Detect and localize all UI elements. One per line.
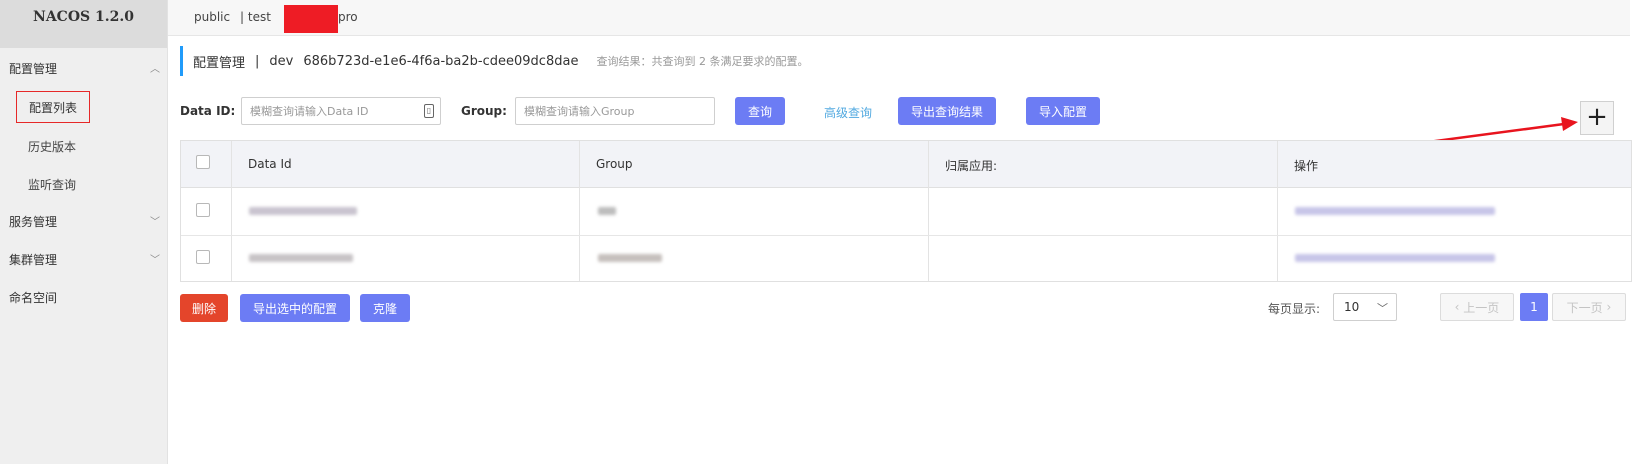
chevron-down-icon: ﹀ [1377, 302, 1388, 315]
namespace-id: 686b723d-e1e6-4f6a-ba2b-cdee09dc8dae [303, 53, 579, 69]
group-placeholder: 模糊查询请输入Group [524, 105, 635, 118]
export-results-button[interactable]: 导出查询结果 [898, 97, 996, 125]
export-selected-button[interactable]: 导出选中的配置 [240, 294, 350, 322]
page-size-value: 10 [1344, 300, 1360, 314]
sidebar: NACOS 1.2.0 配置管理 ︿ 配置列表 历史版本 监听查询 服务管理 ﹀… [0, 0, 168, 464]
chevron-up-icon[interactable]: ︿ [150, 60, 160, 75]
namespace-name: dev [269, 53, 294, 69]
app-logo: NACOS 1.2.0 [0, 0, 167, 48]
column-divider [231, 141, 232, 281]
chevron-left-icon: ‹ [1454, 300, 1464, 314]
column-divider [928, 141, 929, 281]
query-result-text: 查询结果：共查询到 2 条满足要求的配置。 [596, 55, 809, 68]
table-header: Data Id Group 归属应用: 操作 [181, 141, 1631, 188]
namespace-public[interactable]: public [194, 10, 230, 24]
sidebar-item-listener[interactable]: 监听查询 [28, 176, 76, 193]
clone-button[interactable]: 克隆 [360, 294, 410, 322]
row-checkbox[interactable] [196, 250, 210, 264]
redacted-actions[interactable] [1295, 207, 1495, 215]
import-config-button[interactable]: 导入配置 [1026, 97, 1100, 125]
group-input[interactable]: 模糊查询请输入Group [515, 97, 715, 125]
redacted-actions[interactable] [1295, 254, 1495, 262]
data-id-input[interactable]: 模糊查询请输入Data ID ▯ [241, 97, 441, 125]
add-config-button[interactable]: + [1580, 101, 1614, 135]
redacted-data-id [249, 254, 353, 262]
clipboard-icon[interactable]: ▯ [424, 104, 434, 118]
chevron-down-icon[interactable]: ﹀ [150, 213, 160, 228]
redacted-namespace [284, 5, 338, 33]
row-divider [181, 235, 1631, 236]
current-page[interactable]: 1 [1520, 293, 1548, 321]
namespace-test[interactable]: | test [240, 10, 271, 24]
page-size-select[interactable]: 10 ﹀ [1333, 293, 1397, 321]
column-divider [579, 141, 580, 281]
delete-button[interactable]: 删除 [180, 294, 228, 322]
title-separator: | [255, 53, 260, 69]
data-id-placeholder: 模糊查询请输入Data ID [250, 105, 369, 118]
page-size-label: 每页显示: [1268, 302, 1321, 316]
namespace-pro[interactable]: pro [338, 10, 358, 24]
query-button[interactable]: 查询 [735, 97, 785, 125]
group-label: Group: [461, 104, 507, 118]
config-table: Data Id Group 归属应用: 操作 [180, 140, 1632, 282]
prev-page-button[interactable]: ‹ 上一页 [1440, 293, 1514, 321]
page-title: 配置管理 [193, 55, 246, 71]
sidebar-item-history[interactable]: 历史版本 [28, 138, 76, 155]
advanced-query-link[interactable]: 高级查询 [824, 104, 872, 121]
column-data-id[interactable]: Data Id [248, 157, 292, 171]
nav-group-cluster[interactable]: 集群管理 [9, 251, 57, 268]
nav-group-config[interactable]: 配置管理 [9, 60, 57, 77]
column-app[interactable]: 归属应用: [945, 157, 997, 174]
redacted-data-id [249, 207, 357, 215]
chevron-right-icon: › [1602, 300, 1612, 314]
column-divider [1277, 141, 1278, 281]
redacted-group [598, 207, 616, 215]
page-title-bar: 配置管理 | dev 686b723d-e1e6-4f6a-ba2b-cdee0… [180, 46, 808, 76]
sidebar-item-config-list[interactable]: 配置列表 [16, 91, 90, 123]
redacted-group [598, 254, 662, 262]
nav-group-service[interactable]: 服务管理 [9, 213, 57, 230]
next-page-label: 下一页 [1566, 300, 1603, 315]
row-checkbox[interactable] [196, 203, 210, 217]
column-group[interactable]: Group [596, 157, 633, 171]
nav-group-namespace[interactable]: 命名空间 [9, 289, 57, 306]
column-actions: 操作 [1294, 159, 1319, 173]
select-all-checkbox[interactable] [196, 155, 210, 169]
next-page-button[interactable]: 下一页 › [1552, 293, 1626, 321]
chevron-down-icon[interactable]: ﹀ [150, 251, 160, 266]
data-id-label: Data ID: [180, 104, 236, 118]
namespace-bar [168, 0, 1630, 36]
prev-page-label: 上一页 [1463, 300, 1500, 315]
